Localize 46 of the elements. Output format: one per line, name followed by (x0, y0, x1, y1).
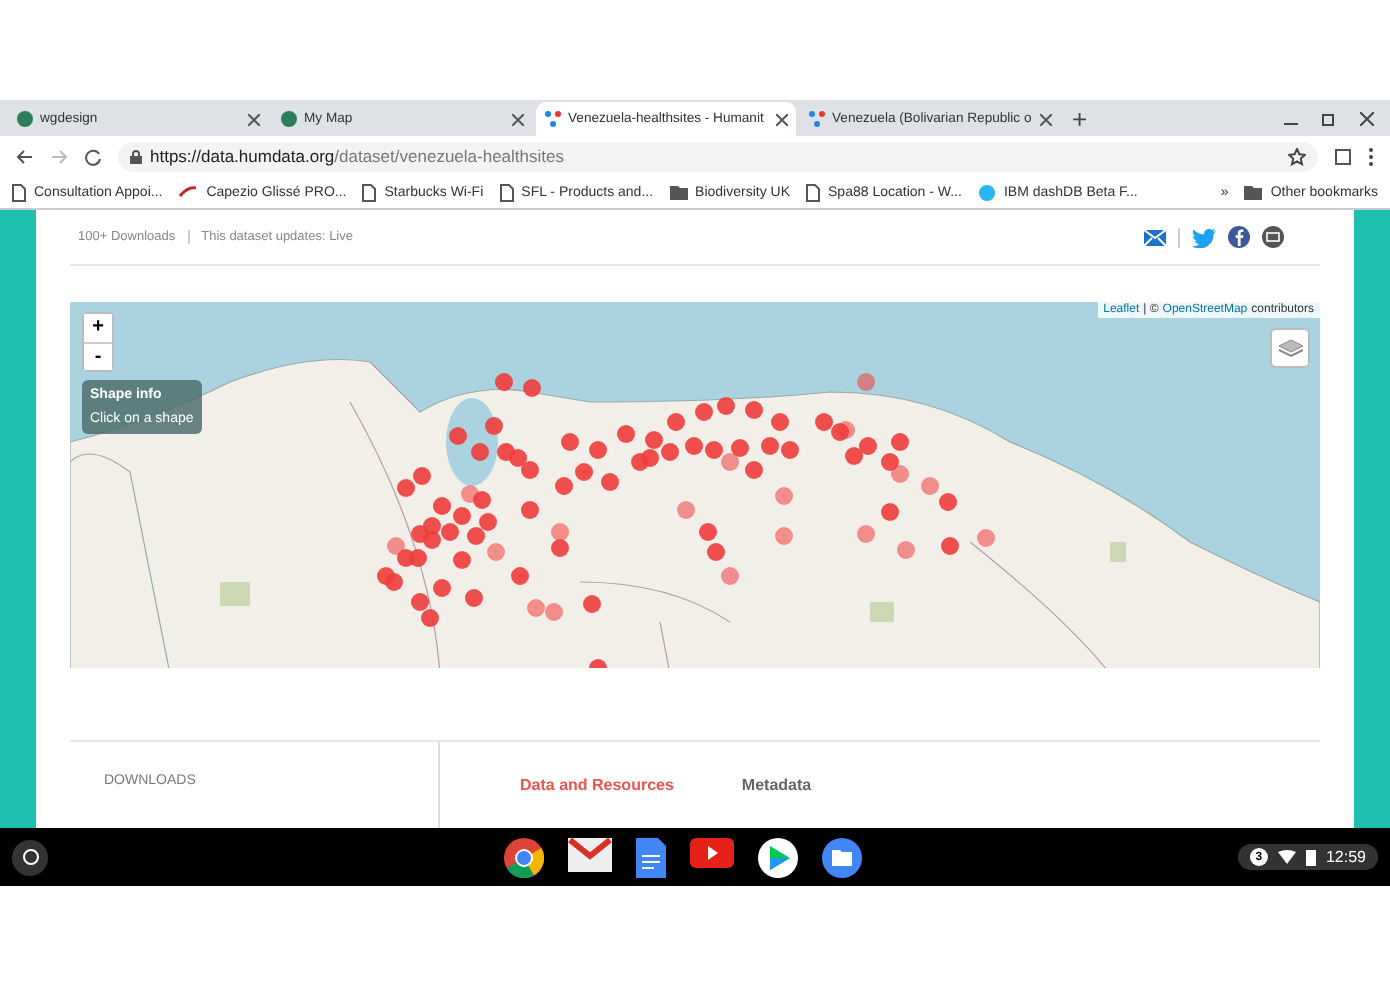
page-icon (806, 183, 821, 201)
launcher-button[interactable] (12, 839, 48, 875)
close-icon[interactable] (1360, 111, 1374, 125)
play-store-icon[interactable] (757, 837, 798, 877)
document-icon[interactable] (635, 837, 666, 877)
globe-icon (280, 110, 298, 128)
layers-button[interactable] (1270, 328, 1310, 369)
url-text: https://data.humdata.org/dataset/venezuela-healthsites (150, 146, 564, 166)
f-logo-icon[interactable] (1228, 226, 1250, 249)
email-icon[interactable] (1144, 229, 1166, 246)
divider-icon (1178, 227, 1180, 248)
back-icon[interactable] (16, 147, 34, 165)
lock-icon (130, 149, 142, 163)
zoom-out-button[interactable]: - (84, 342, 112, 371)
chrome-like-icon[interactable] (503, 837, 544, 877)
mail-icon[interactable] (1262, 226, 1284, 249)
bird-icon[interactable] (1192, 227, 1216, 248)
star-icon[interactable] (1288, 147, 1306, 165)
address-field[interactable]: https://data.humdata.org/dataset/venezuela-healthsites (118, 141, 1318, 171)
play-video-icon[interactable] (689, 837, 734, 867)
circle-icon (21, 848, 39, 866)
close-icon[interactable] (1040, 113, 1052, 125)
section-tab[interactable]: Metadata (741, 774, 812, 796)
page-icon (499, 183, 514, 201)
swoosh-icon (178, 186, 199, 198)
envelope-icon[interactable] (567, 837, 612, 871)
folder-icon[interactable] (821, 837, 862, 877)
folder-icon (1244, 185, 1263, 199)
page-icon (362, 183, 377, 201)
close-icon[interactable] (776, 113, 788, 125)
clock-time: 12:59 (1325, 848, 1366, 866)
wifi-icon (1277, 850, 1296, 864)
menu-icon[interactable] (1368, 147, 1374, 165)
reload-icon[interactable] (84, 147, 102, 165)
folder-icon (669, 185, 688, 199)
globe-icon (16, 110, 34, 128)
page-icon (12, 183, 26, 201)
close-icon[interactable] (512, 113, 524, 125)
restore-icon[interactable] (1322, 111, 1336, 125)
close-icon[interactable] (248, 113, 260, 125)
network-icon (544, 110, 562, 128)
network-icon (808, 110, 826, 128)
battery-icon (1305, 848, 1316, 866)
section-tab[interactable]: Data and Resources (520, 774, 674, 796)
new-tab-button[interactable]: + (1072, 103, 1088, 133)
layers-icon (1277, 337, 1303, 360)
